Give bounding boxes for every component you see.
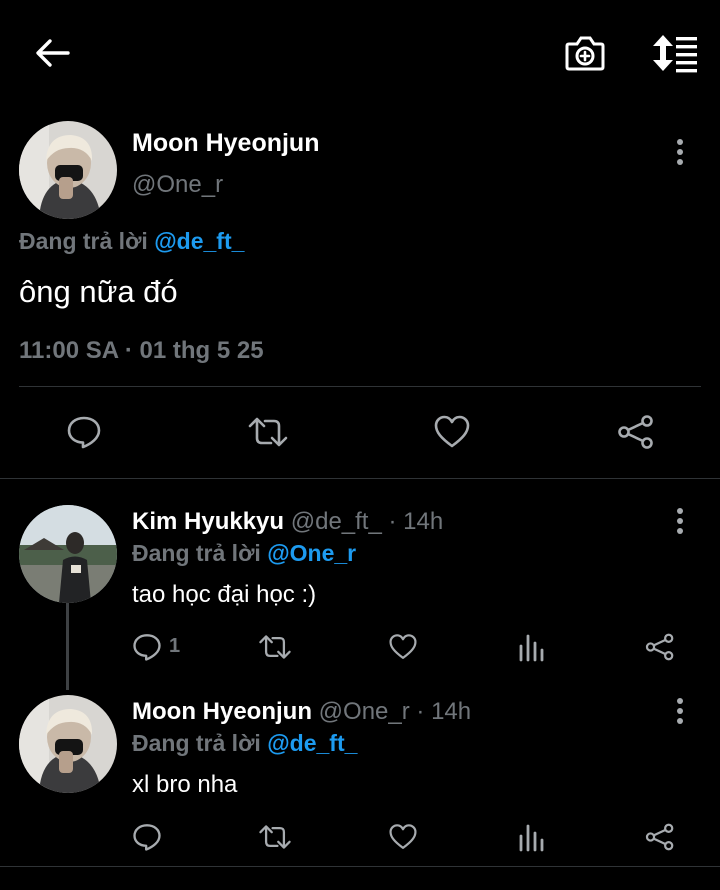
more-options-button[interactable] <box>670 136 690 168</box>
reply-mention-link[interactable]: @One_r <box>267 540 356 566</box>
reply-button[interactable] <box>132 821 166 853</box>
share-icon <box>645 633 674 661</box>
like-button[interactable] <box>388 633 418 661</box>
author-handle[interactable]: @de_ft_ <box>291 508 382 535</box>
reply-time[interactable]: · 14h <box>389 508 444 535</box>
replying-to-label: Đang trả lời <box>132 730 261 756</box>
reply-button[interactable] <box>66 414 102 450</box>
reply-header: Kim Hyukkyu @de_ft_ · 14h <box>132 508 443 536</box>
reply-text: xl bro nha <box>132 771 238 798</box>
reply-count: 1 <box>169 635 181 657</box>
avatar[interactable] <box>19 695 117 793</box>
retweet-icon <box>259 825 291 849</box>
retweet-button[interactable] <box>247 416 289 448</box>
heart-icon <box>389 824 417 849</box>
retweet-icon <box>259 635 291 659</box>
comment-icon <box>133 824 161 851</box>
replying-to: Đang trả lời @de_ft_ <box>132 730 357 757</box>
retweet-button[interactable] <box>258 823 292 851</box>
share-button[interactable] <box>617 414 655 450</box>
reply-button[interactable]: 1 <box>132 631 192 663</box>
replying-to: Đang trả lời @de_ft_ <box>19 228 244 255</box>
sort-button[interactable] <box>648 32 700 74</box>
analytics-button[interactable] <box>518 632 544 662</box>
like-button[interactable] <box>433 414 471 450</box>
reply-text: tao học đại học :) <box>132 581 317 608</box>
thread-line <box>66 603 69 690</box>
arrow-left-icon <box>36 39 70 67</box>
analytics-icon <box>519 634 544 662</box>
comment-icon <box>67 416 101 449</box>
analytics-button[interactable] <box>518 822 544 852</box>
more-vertical-icon <box>677 139 683 165</box>
heart-icon <box>389 634 417 659</box>
share-icon <box>645 823 674 851</box>
back-button[interactable] <box>30 34 74 72</box>
avatar[interactable] <box>19 505 117 603</box>
tweet-timestamp[interactable]: 11:00 SA · 01 thg 5 25 <box>19 337 264 365</box>
author-name[interactable]: Moon Hyeonjun <box>132 129 319 158</box>
author-name[interactable]: Kim Hyukkyu <box>132 508 284 535</box>
sort-list-icon <box>653 35 697 73</box>
reply-time[interactable]: · 14h <box>416 698 471 725</box>
replying-to-label: Đang trả lời <box>19 228 148 254</box>
camera-button[interactable] <box>562 32 608 74</box>
avatar-image <box>19 505 117 603</box>
author-name[interactable]: Moon Hyeonjun <box>132 698 312 725</box>
analytics-icon <box>519 824 544 852</box>
share-button[interactable] <box>645 632 675 662</box>
comment-icon <box>133 634 161 661</box>
more-options-button[interactable] <box>670 505 690 537</box>
more-vertical-icon <box>677 698 683 724</box>
divider <box>0 478 720 479</box>
share-button[interactable] <box>645 822 675 852</box>
divider <box>0 866 720 867</box>
replying-to-label: Đang trả lời <box>132 540 261 566</box>
avatar-image <box>19 121 117 219</box>
reply-mention-link[interactable]: @de_ft_ <box>267 730 357 756</box>
like-button[interactable] <box>388 823 418 851</box>
camera-add-icon <box>565 36 605 71</box>
retweet-icon <box>248 417 288 447</box>
more-options-button[interactable] <box>670 695 690 727</box>
avatar-image <box>19 695 117 793</box>
retweet-button[interactable] <box>258 633 292 661</box>
divider <box>19 386 701 387</box>
share-icon <box>618 415 653 449</box>
reply-mention-link[interactable]: @de_ft_ <box>154 228 244 254</box>
author-handle[interactable]: @One_r <box>319 698 410 725</box>
avatar[interactable] <box>19 121 117 219</box>
reply-header: Moon Hyeonjun @One_r · 14h <box>132 698 471 726</box>
tweet-text: ông nữa đó <box>19 274 178 309</box>
more-vertical-icon <box>677 508 683 534</box>
heart-icon <box>434 415 470 448</box>
replying-to: Đang trả lời @One_r <box>132 540 356 567</box>
author-handle[interactable]: @One_r <box>132 171 223 199</box>
